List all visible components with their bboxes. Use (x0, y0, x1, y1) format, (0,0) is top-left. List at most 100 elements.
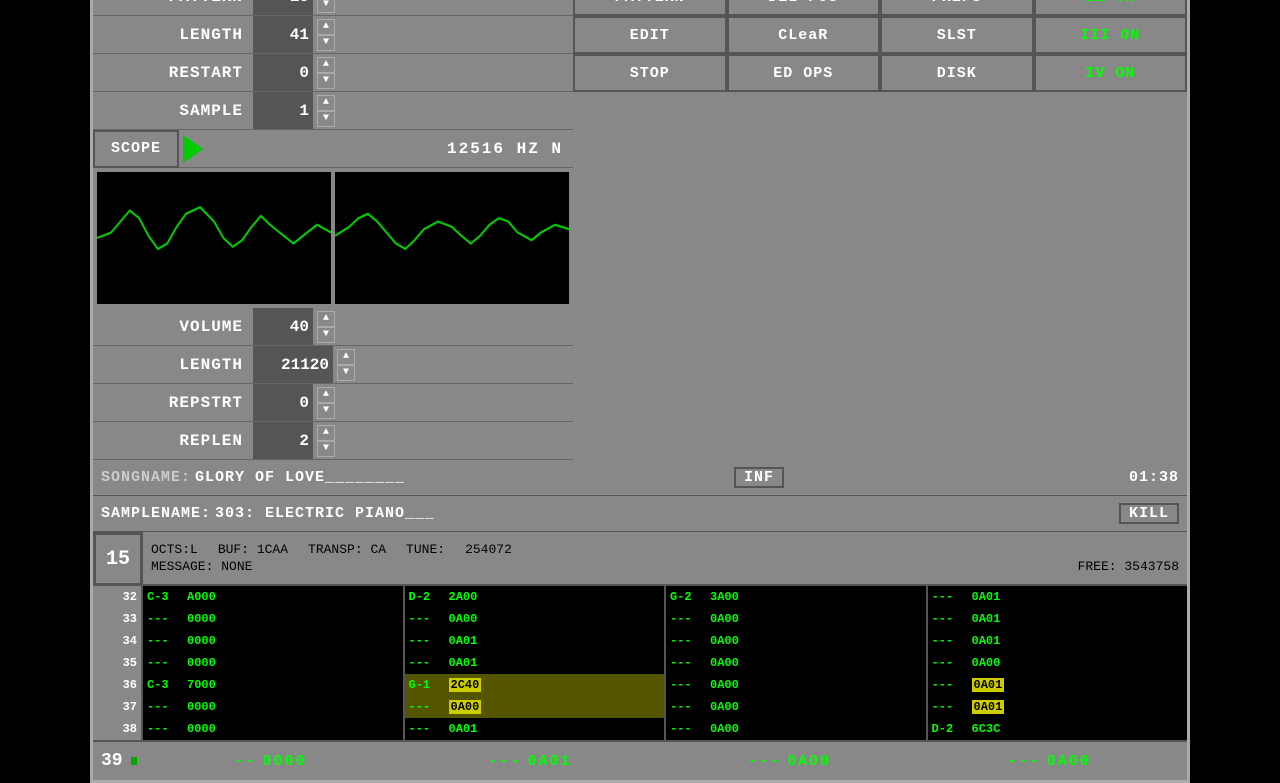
sample-label: SAMPLE (93, 102, 253, 120)
t2r38-data: 0A01 (449, 722, 478, 736)
length-row: LENGTH 41 ▲ ▼ (93, 16, 573, 54)
clear-button[interactable]: CLeaR (727, 16, 881, 54)
songname-bar: SONGNAME: GLORY OF LOVE________ INF 01:3… (93, 460, 1187, 496)
track1-row33: --- 0000 (143, 608, 403, 630)
stop-button[interactable]: STOP (573, 54, 727, 92)
br-t1-note: -- (234, 753, 256, 770)
t4r34-data: 0A01 (972, 634, 1001, 648)
bottom-track-3: --- 0A00 (660, 753, 920, 770)
t3r38-note: --- (670, 722, 706, 736)
restart-up[interactable]: ▲ (317, 57, 335, 73)
track3-row36: --- 0A00 (666, 674, 926, 696)
left-panel: POSITION 15 ▲ ▼ PATTERN 15 ▲ ▼ LENGTH 41 (93, 0, 573, 460)
row-num-37: 37 (93, 696, 141, 718)
length2-up[interactable]: ▲ (337, 349, 355, 365)
repstrt-spinners[interactable]: ▲ ▼ (317, 387, 335, 419)
bottom-track-4: --- 0A00 (919, 753, 1179, 770)
ed-ops-button[interactable]: ED OPS (727, 54, 881, 92)
t1r35-note: --- (147, 656, 183, 670)
bottom-track-1: -- 0000 (141, 753, 401, 770)
edit-button[interactable]: EDIT (573, 16, 727, 54)
volume-spinners[interactable]: ▲ ▼ (317, 311, 335, 343)
length-spinners[interactable]: ▲ ▼ (317, 19, 335, 51)
kill-button[interactable]: KILL (1119, 503, 1179, 524)
t1r33-data: 0000 (187, 612, 216, 626)
length-down[interactable]: ▼ (317, 35, 335, 51)
volume-up[interactable]: ▲ (317, 311, 335, 327)
t2r38-note: --- (409, 722, 445, 736)
br-t3-data: 0A00 (787, 753, 831, 770)
del-pos-button[interactable]: DEL POS (727, 0, 881, 16)
track-area: 32 33 34 35 36 37 38 C-3 A000 --- 0000 -… (93, 586, 1187, 740)
restart-spinners[interactable]: ▲ ▼ (317, 57, 335, 89)
track1-row35: --- 0000 (143, 652, 403, 674)
on3-button[interactable]: III ON (1034, 16, 1188, 54)
t2r37-note: --- (409, 700, 445, 714)
restart-down[interactable]: ▼ (317, 73, 335, 89)
length-up[interactable]: ▲ (317, 19, 335, 35)
t3r37-data: 0A00 (710, 700, 739, 714)
pattern-number: 15 (93, 532, 143, 586)
t3r32-data: 3A00 (710, 590, 739, 604)
t1r34-note: --- (147, 634, 183, 648)
br-t1-data: 0000 (262, 753, 306, 770)
on2-button[interactable]: II ON (1034, 0, 1188, 16)
main-container: POSITION 15 ▲ ▼ PATTERN 15 ▲ ▼ LENGTH 41 (90, 0, 1190, 783)
pattern-down[interactable]: ▼ (317, 0, 335, 13)
t4r36-data: 0A01 (972, 678, 1005, 692)
track4-row32: --- 0A01 (928, 586, 1188, 608)
br-t4-note: --- (1008, 753, 1041, 770)
samplename-label: SAMPLENAME: (101, 505, 211, 522)
replen-up[interactable]: ▲ (317, 425, 335, 441)
br-t3-note: --- (748, 753, 781, 770)
scope-button[interactable]: SCOPE (93, 130, 179, 168)
track4-row35: --- 0A00 (928, 652, 1188, 674)
t2r33-data: 0A00 (449, 612, 478, 626)
length2-down[interactable]: ▼ (337, 365, 355, 381)
t3r37-note: --- (670, 700, 706, 714)
track3-row34: --- 0A00 (666, 630, 926, 652)
replen-row: REPLEN 2 ▲ ▼ (93, 422, 573, 460)
track1-row36: C-3 7000 (143, 674, 403, 696)
sample-spinners[interactable]: ▲ ▼ (317, 95, 335, 127)
t1r36-data: 7000 (187, 678, 216, 692)
prefs-button[interactable]: PREFS (880, 0, 1034, 16)
track3-row32: G-2 3A00 (666, 586, 926, 608)
sample-down[interactable]: ▼ (317, 111, 335, 127)
t1r33-note: --- (147, 612, 183, 626)
track2-row35: --- 0A01 (405, 652, 665, 674)
inf-button[interactable]: INF (734, 467, 784, 488)
songname-value: GLORY OF LOVE________ (195, 469, 405, 486)
scope-canvas-left (97, 172, 331, 304)
disk-button[interactable]: DISK (880, 54, 1034, 92)
replen-spinners[interactable]: ▲ ▼ (317, 425, 335, 457)
pattern-button[interactable]: PATTERN (573, 0, 727, 16)
scope-row: SCOPE 12516 HZ N (93, 130, 573, 168)
debug-octs: OCTS:L (151, 542, 198, 557)
volume-down[interactable]: ▼ (317, 327, 335, 343)
repstrt-up[interactable]: ▲ (317, 387, 335, 403)
pattern-spinners[interactable]: ▲ ▼ (317, 0, 335, 13)
on4-button[interactable]: IV ON (1034, 54, 1188, 92)
button-grid: PLAY INS POS SPL I ON PATTERN DEL POS PR… (573, 0, 1187, 92)
pattern-row: PATTERN 15 ▲ ▼ (93, 0, 573, 16)
track2-row34: --- 0A01 (405, 630, 665, 652)
t4r33-data: 0A01 (972, 612, 1001, 626)
sample-up[interactable]: ▲ (317, 95, 335, 111)
restart-label: RESTART (93, 64, 253, 82)
t3r38-data: 0A00 (710, 722, 739, 736)
top-section: POSITION 15 ▲ ▼ PATTERN 15 ▲ ▼ LENGTH 41 (93, 0, 1187, 460)
t1r34-data: 0000 (187, 634, 216, 648)
repstrt-down[interactable]: ▼ (317, 403, 335, 419)
replen-down[interactable]: ▼ (317, 441, 335, 457)
t2r35-note: --- (409, 656, 445, 670)
length2-spinners[interactable]: ▲ ▼ (337, 349, 355, 381)
t3r35-data: 0A00 (710, 656, 739, 670)
t2r32-note: D-2 (409, 590, 445, 604)
scope-canvas-right (335, 172, 569, 304)
t1r37-data: 0000 (187, 700, 216, 714)
track3-row38: --- 0A00 (666, 718, 926, 740)
length2-label: LENGTH (93, 356, 253, 374)
track2-row37: --- 0A00 (405, 696, 665, 718)
slst-button[interactable]: SLST (880, 16, 1034, 54)
